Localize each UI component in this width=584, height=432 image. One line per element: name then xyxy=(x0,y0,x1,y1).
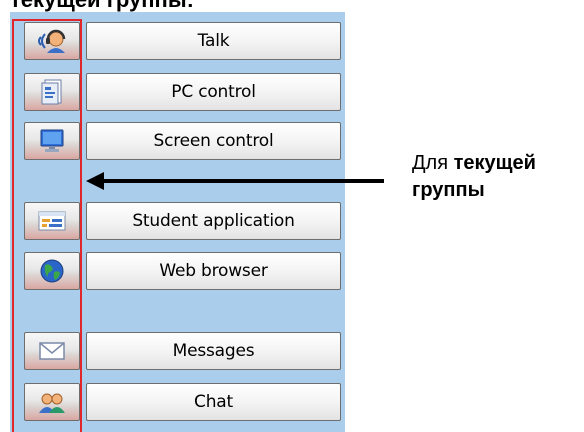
pointer-arrow xyxy=(86,172,384,190)
chat-button[interactable]: Chat xyxy=(86,383,341,421)
screen-control-button[interactable]: Screen control xyxy=(86,122,341,160)
messages-button[interactable]: Messages xyxy=(86,332,341,370)
icon-column-highlight-frame xyxy=(12,19,82,432)
web-browser-button[interactable]: Web browser xyxy=(86,252,341,290)
callout-text: Для текущей группы xyxy=(412,150,584,204)
callout-prefix: Для xyxy=(412,152,454,174)
student-application-button[interactable]: Student application xyxy=(86,202,341,240)
callout-bold-line1: текущей xyxy=(453,152,536,174)
callout-bold-line2: группы xyxy=(412,179,485,201)
talk-button[interactable]: Talk xyxy=(86,22,341,60)
pc-control-button[interactable]: PC control xyxy=(86,73,341,111)
